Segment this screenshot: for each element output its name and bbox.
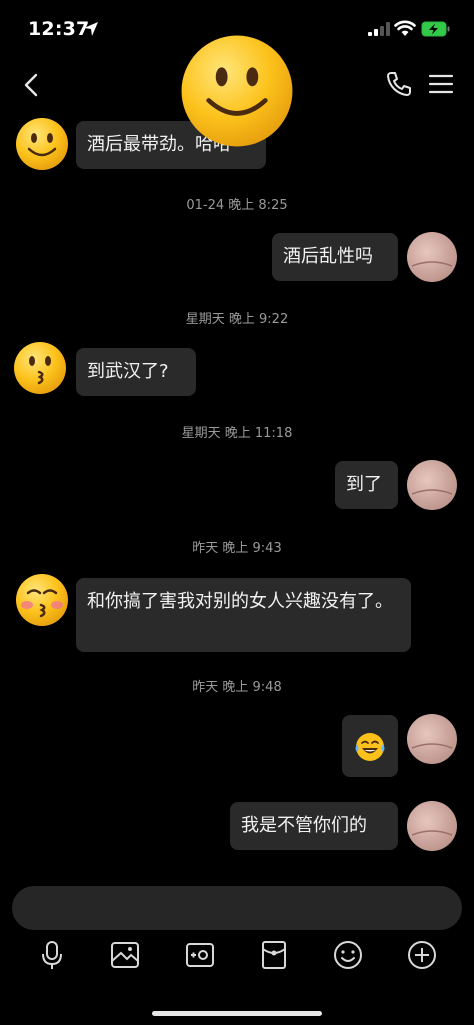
image-icon[interactable]: [108, 938, 142, 972]
battery-charging-icon: [421, 21, 450, 37]
location-arrow-icon: [84, 22, 98, 36]
face-with-tears-of-joy-icon: [355, 733, 385, 761]
message-input[interactable]: [12, 886, 462, 930]
my-avatar[interactable]: [407, 801, 457, 851]
message-text: 到了: [346, 474, 382, 495]
message-bubble-outgoing[interactable]: 我是不管你们的: [230, 802, 398, 850]
message-text: 和你搞了害我对别的女人兴趣没有了。: [87, 591, 393, 612]
contact-avatar-kissing-smiling[interactable]: [14, 572, 70, 628]
menu-icon[interactable]: [427, 72, 455, 96]
avatar-photo: [407, 460, 457, 510]
message-bubble-incoming[interactable]: 到武汉了?: [76, 348, 196, 396]
message-text: 我是不管你们的: [241, 815, 367, 836]
timestamp: 昨天 晚上 9:43: [192, 541, 282, 556]
emoji-icon[interactable]: [331, 938, 365, 972]
status-time: 12:37: [28, 18, 90, 40]
cellular-signal-icon: [368, 22, 390, 36]
phone-call-icon[interactable]: [385, 70, 413, 98]
message-text: 酒后乱性吗: [283, 246, 373, 267]
add-icon[interactable]: [405, 938, 439, 972]
timestamp: 星期天 晚上 11:18: [181, 426, 293, 441]
contact-avatar-smiley[interactable]: [14, 116, 70, 172]
wifi-icon: [394, 20, 416, 36]
avatar-photo: [407, 801, 457, 851]
floating-smiley-emoji-icon: [181, 35, 293, 147]
timestamp: 星期天 晚上 9:22: [185, 312, 289, 327]
avatar-photo: [407, 232, 457, 282]
message-bubble-outgoing-emoji[interactable]: [342, 715, 398, 777]
my-avatar[interactable]: [407, 232, 457, 282]
message-text: 到武汉了?: [87, 361, 169, 382]
my-avatar[interactable]: [407, 460, 457, 510]
back-icon[interactable]: [18, 70, 44, 100]
avatar-photo: [407, 714, 457, 764]
video-icon[interactable]: [183, 938, 217, 972]
home-indicator: [152, 1011, 322, 1016]
message-bubble-outgoing[interactable]: 酒后乱性吗: [272, 233, 398, 281]
my-avatar[interactable]: [407, 714, 457, 764]
timestamp: 昨天 晚上 9:48: [192, 680, 282, 695]
message-bubble-outgoing[interactable]: 到了: [335, 461, 398, 509]
message-bubble-incoming[interactable]: 和你搞了害我对别的女人兴趣没有了。: [76, 578, 411, 652]
contact-avatar-kissing[interactable]: [12, 340, 68, 396]
timestamp: 01-24 晚上 8:25: [186, 198, 288, 213]
microphone-icon[interactable]: [35, 938, 69, 972]
red-packet-icon[interactable]: [257, 938, 291, 972]
